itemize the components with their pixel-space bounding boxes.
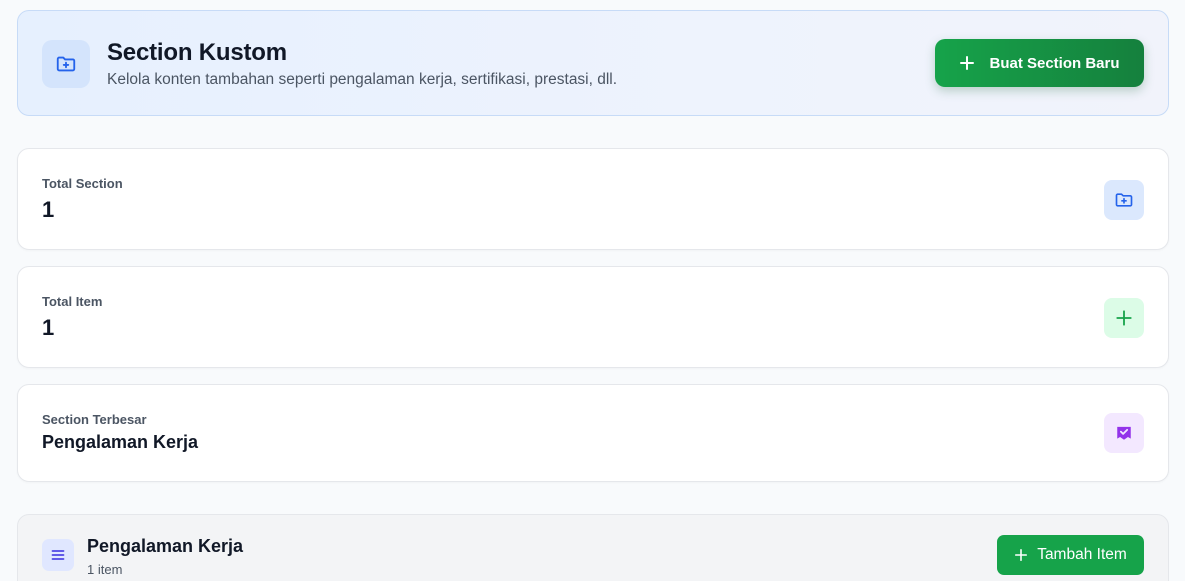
stat-value: 1	[42, 197, 55, 222]
stat-card-largest-section: Section Terbesar Pengalaman Kerja	[17, 384, 1169, 482]
stat-label: Section Terbesar	[42, 412, 147, 427]
new-section-button[interactable]: Buat Section Baru	[935, 39, 1144, 87]
section-title: Pengalaman Kerja	[87, 536, 244, 556]
stat-label: Total Section	[42, 176, 123, 191]
folder-plus-icon	[1104, 180, 1144, 220]
page-subtitle: Kelola konten tambahan seperti pengalama…	[107, 71, 618, 88]
section-item-count: 1 item	[87, 562, 123, 577]
stat-value: 1	[42, 315, 55, 340]
list-icon	[42, 539, 74, 571]
stat-value: Pengalaman Kerja	[42, 432, 199, 452]
add-item-button-label: Tambah Item	[1037, 546, 1127, 563]
add-item-button[interactable]: Tambah Item	[997, 535, 1144, 575]
plus-icon	[1104, 298, 1144, 338]
page-header: Section Kustom Kelola konten tambahan se…	[17, 10, 1169, 116]
section-card-pengalaman-kerja: Pengalaman Kerja 1 item Tambah Item	[17, 514, 1169, 581]
new-section-button-label: Buat Section Baru	[989, 54, 1120, 72]
custom-section-page: Section Kustom Kelola konten tambahan se…	[0, 0, 1185, 581]
stat-card-total-section: Total Section 1	[17, 148, 1169, 250]
stat-card-total-item: Total Item 1	[17, 266, 1169, 368]
plus-icon	[960, 56, 975, 70]
page-title: Section Kustom	[107, 39, 287, 66]
folder-plus-icon	[42, 40, 90, 88]
stat-label: Total Item	[42, 294, 103, 309]
badge-check-icon	[1104, 413, 1144, 453]
plus-icon	[1015, 548, 1028, 562]
